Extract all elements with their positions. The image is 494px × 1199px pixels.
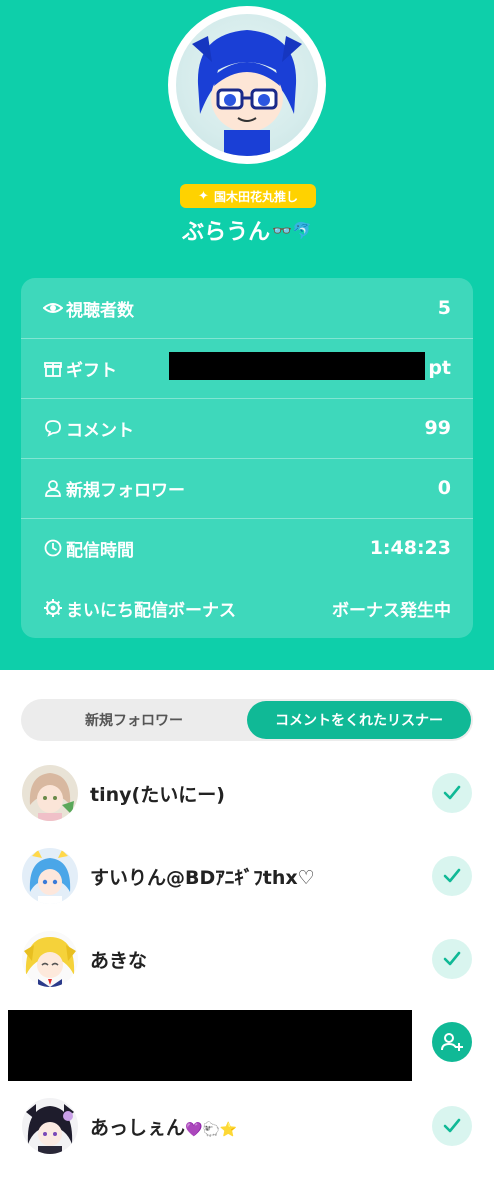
stat-row-stream-time: 配信時間 1:48:23 bbox=[21, 518, 473, 578]
listener-name: あきな bbox=[90, 950, 148, 972]
person-icon bbox=[43, 478, 63, 498]
followed-check-button[interactable] bbox=[432, 1106, 472, 1146]
sparkle-icon: ✦ bbox=[198, 188, 209, 204]
list-item[interactable]: あっしぇん💜🐑⭐ bbox=[0, 1085, 494, 1169]
avatar[interactable] bbox=[22, 765, 78, 821]
listener-name: すいりん@BDｱﾆｷﾞﾌthx♡ bbox=[90, 867, 315, 889]
stat-row-viewers: 視聴者数 5 bbox=[21, 278, 473, 338]
listener-name: あっしぇん💜🐑⭐ bbox=[90, 1117, 238, 1139]
stat-label: ギフト bbox=[66, 360, 117, 381]
followed-check-button[interactable] bbox=[432, 939, 472, 979]
stat-label: コメント bbox=[66, 420, 134, 441]
stat-label: 配信時間 bbox=[66, 540, 134, 561]
streamer-name-text: ぶらうん bbox=[182, 220, 271, 245]
stat-row-daily-bonus: まいにち配信ボーナス ボーナス発生中 bbox=[21, 578, 473, 638]
listener-name: tiny(たいにー) bbox=[90, 784, 225, 806]
streamer-name-emoji: 👓🐬 bbox=[272, 220, 312, 240]
avatar[interactable] bbox=[22, 931, 78, 987]
check-icon bbox=[443, 951, 461, 966]
fan-badge-label: 国木田花丸推し bbox=[213, 189, 298, 204]
list-item[interactable]: あきな bbox=[0, 918, 494, 1002]
stat-value: 5 bbox=[437, 297, 451, 319]
followed-check-button[interactable] bbox=[432, 856, 472, 896]
check-icon bbox=[443, 785, 461, 800]
profile-header: ✦ 国木田花丸推し ぶらうん 👓🐬 視聴者数 5 ギフト pt コメント 99 … bbox=[0, 0, 494, 670]
list-item[interactable]: すいりん@BDｱﾆｷﾞﾌthx♡ bbox=[0, 835, 494, 919]
streamer-name: ぶらうん 👓🐬 bbox=[0, 214, 494, 246]
add-user-icon bbox=[441, 1033, 463, 1051]
stat-label: まいにち配信ボーナス bbox=[66, 600, 236, 621]
redacted-listener bbox=[8, 1010, 412, 1081]
check-icon bbox=[443, 1118, 461, 1133]
avatar[interactable] bbox=[22, 1098, 78, 1154]
eye-icon bbox=[43, 298, 63, 318]
streamer-avatar[interactable] bbox=[168, 6, 326, 164]
stat-row-comments: コメント 99 bbox=[21, 398, 473, 458]
stat-value: pt bbox=[428, 357, 451, 379]
stat-value: 1:48:23 bbox=[369, 537, 451, 559]
stat-value: 0 bbox=[437, 477, 451, 499]
stat-value: 99 bbox=[424, 417, 451, 439]
stat-value: ボーナス発生中 bbox=[332, 600, 451, 621]
followed-check-button[interactable] bbox=[432, 773, 472, 813]
check-icon bbox=[443, 868, 461, 883]
redacted-gift-amount bbox=[169, 352, 425, 380]
list-item[interactable]: tiny(たいにー) bbox=[0, 752, 494, 836]
clock-icon bbox=[43, 538, 63, 558]
follow-button[interactable] bbox=[432, 1022, 472, 1062]
stat-row-new-followers: 新規フォロワー 0 bbox=[21, 458, 473, 518]
bonus-gear-icon bbox=[43, 598, 63, 618]
comment-icon bbox=[43, 418, 63, 438]
listener-tabs: 新規フォロワー コメントをくれたリスナー bbox=[21, 699, 473, 741]
tab-new-followers[interactable]: 新規フォロワー bbox=[21, 699, 247, 741]
avatar[interactable] bbox=[22, 848, 78, 904]
stat-label: 視聴者数 bbox=[66, 300, 134, 321]
fan-badge: ✦ 国木田花丸推し bbox=[180, 184, 316, 208]
tab-commenters[interactable]: コメントをくれたリスナー bbox=[247, 701, 471, 739]
stat-label: 新規フォロワー bbox=[66, 480, 185, 501]
stream-stats-panel: 視聴者数 5 ギフト pt コメント 99 新規フォロワー 0 配信時間 1:4… bbox=[21, 278, 473, 638]
gift-icon bbox=[43, 358, 63, 378]
